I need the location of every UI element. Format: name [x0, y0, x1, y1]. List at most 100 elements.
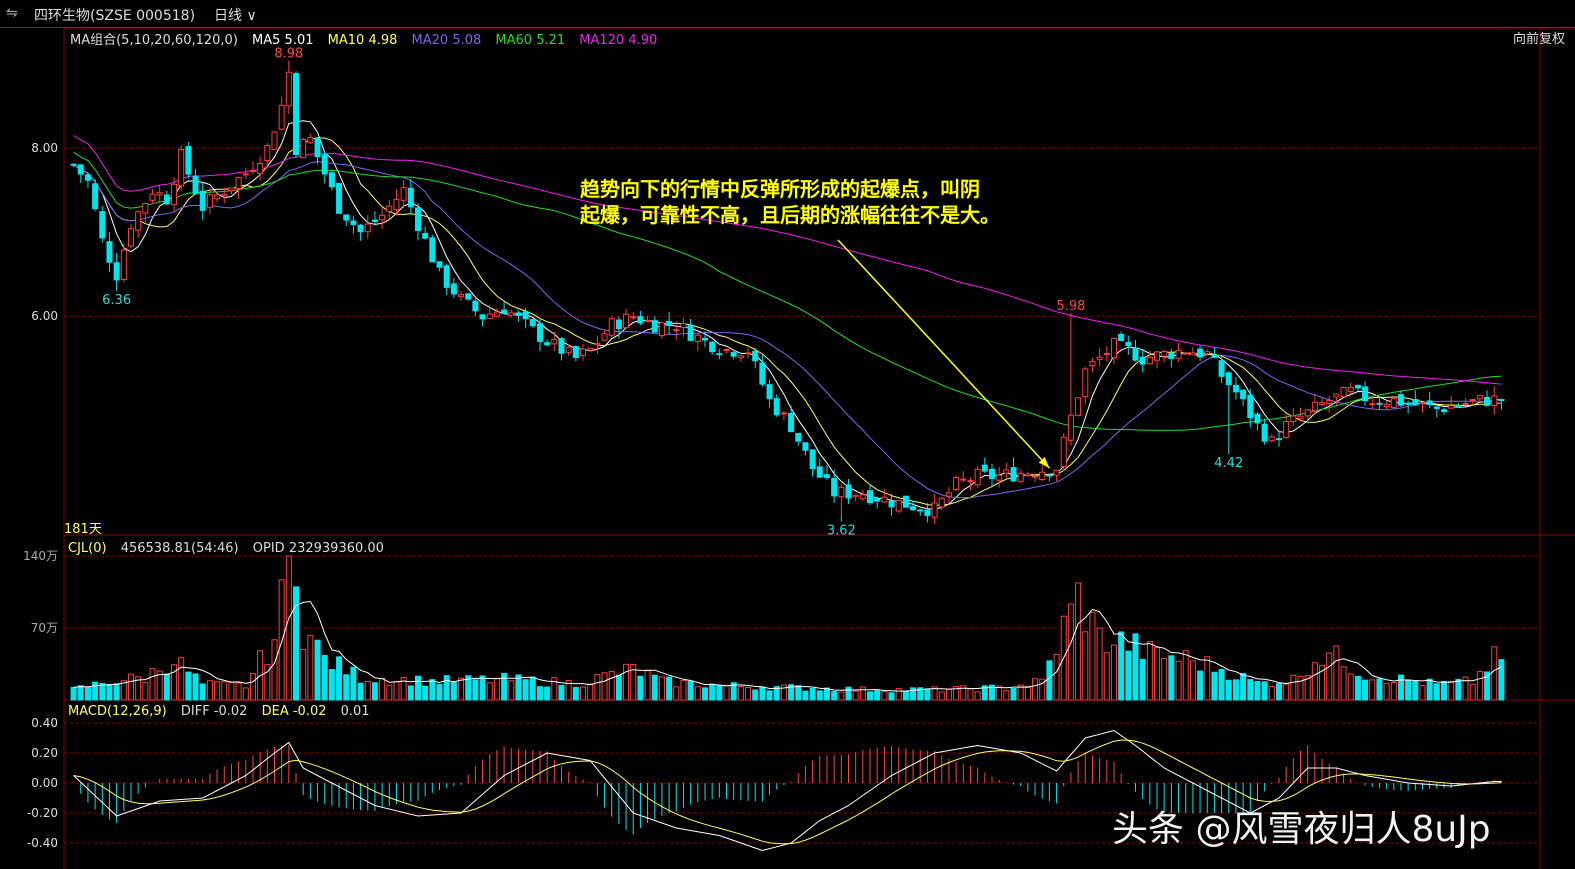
candle-body [106, 241, 113, 263]
volume-bar [881, 691, 888, 701]
candle-body [910, 506, 917, 511]
candle-body [479, 314, 486, 320]
stock-chart[interactable]: 8.00 6.00 140万 70万 0.40 0.20 0.00 -0.20 -0.40 8.… [0, 0, 1575, 869]
candle-body [1383, 403, 1390, 407]
candle-body [888, 500, 895, 508]
candle-body [493, 311, 500, 317]
candle-body [257, 163, 264, 174]
volume-bar [1067, 603, 1074, 701]
candle-body [558, 338, 565, 354]
volume-bar [924, 688, 931, 701]
grid-lines [64, 147, 1540, 844]
volume-bar [1232, 679, 1239, 701]
price-extreme-label: 4.42 [1214, 456, 1243, 471]
ma10-label: MA10 4.98 [327, 33, 398, 48]
candle-body [300, 138, 307, 159]
candle-body [1039, 471, 1046, 480]
candle-body [321, 154, 328, 175]
candle-body [1053, 469, 1060, 476]
candle-body [120, 249, 127, 280]
volume-bar [508, 680, 515, 701]
candle-body [84, 174, 91, 181]
candle-body [1103, 353, 1110, 356]
volume-bar [701, 687, 708, 701]
macd-indicator-name[interactable]: MACD(12,26,9) [68, 704, 167, 719]
volume-bar [1419, 685, 1426, 701]
candle-body [414, 207, 421, 231]
volume-bar [501, 672, 508, 701]
volume-bar [1225, 679, 1232, 701]
period-selector[interactable]: 日线 ∨ [214, 5, 257, 25]
candle-body [278, 104, 285, 130]
candle-body [221, 193, 228, 197]
ma5-label: MA5 5.01 [252, 33, 314, 48]
volume-bar [84, 686, 91, 701]
volume-bar [1376, 678, 1383, 701]
volume-bar [1369, 679, 1376, 701]
candle-body [508, 312, 515, 316]
opid-value: OPID 232939360.00 [252, 541, 384, 556]
stock-name[interactable]: 四环生物(SZSE 000518) [34, 5, 195, 25]
volume-bar [1469, 683, 1476, 701]
volume-bar [185, 671, 192, 701]
candle-body [1340, 387, 1347, 398]
candle-body [623, 313, 630, 329]
candle-body [1175, 349, 1182, 359]
candle-body [1412, 399, 1419, 406]
volume-bar [493, 678, 500, 701]
candle-body [1491, 395, 1498, 407]
candle-body [1110, 337, 1117, 359]
candle-body [1462, 403, 1469, 406]
candle-body [694, 334, 701, 342]
ma120-line [73, 135, 1502, 385]
volume-bar [379, 677, 386, 701]
volume-indicator-name[interactable]: CJL(0) [68, 541, 107, 556]
candle-body [737, 355, 744, 359]
candle-body [1261, 423, 1268, 442]
volume-bar [192, 673, 199, 701]
ma-combo-label[interactable]: MA组合(5,10,20,60,120,0) [70, 33, 238, 48]
volume-bar [1383, 682, 1390, 701]
volume-bar [795, 685, 802, 701]
candle-body [343, 214, 350, 221]
volume-bar [1046, 660, 1053, 701]
candle-body [788, 412, 795, 433]
candle-body [92, 183, 99, 210]
candle-body [608, 318, 615, 336]
macd-tick-label: 0.00 [31, 776, 58, 790]
volume-bar [1397, 674, 1404, 701]
volume-bar [1146, 641, 1153, 701]
candle-body [1204, 351, 1211, 355]
candle-body [1211, 354, 1218, 358]
candle-body [572, 346, 579, 358]
candle-body [924, 509, 931, 516]
candle-body [135, 211, 142, 231]
candle-body [1197, 348, 1204, 358]
volume-bar [587, 683, 594, 701]
volume-bar [1326, 652, 1333, 701]
candle-body [429, 237, 436, 263]
volume-bar [328, 669, 335, 701]
candle-body [1441, 409, 1448, 413]
volume-bar [1204, 656, 1211, 701]
candle-body [802, 442, 809, 451]
volume-bar [178, 657, 185, 701]
volume-bar [1125, 650, 1132, 701]
volume-bar [1024, 685, 1031, 701]
volume-bar [580, 686, 587, 701]
adjust-mode[interactable]: 向前复权 [1513, 28, 1565, 47]
volume-bar [99, 683, 106, 701]
candle-body [336, 183, 343, 214]
volume-bar [1247, 679, 1254, 701]
volume-legend: CJL(0) 456538.81(54:46) OPID 232939360.0… [68, 541, 394, 556]
candle-body [501, 309, 508, 314]
chevron-left-right-icon[interactable]: ⇋ [6, 5, 18, 21]
volume-bar [1333, 645, 1340, 701]
candle-body [486, 313, 493, 319]
volume-bar [1175, 660, 1182, 701]
candle-body [1283, 421, 1290, 438]
candle-body [1089, 360, 1096, 367]
days-count-label: 181天 [64, 522, 102, 537]
candle-body [371, 219, 378, 223]
volume-bar [407, 685, 414, 701]
